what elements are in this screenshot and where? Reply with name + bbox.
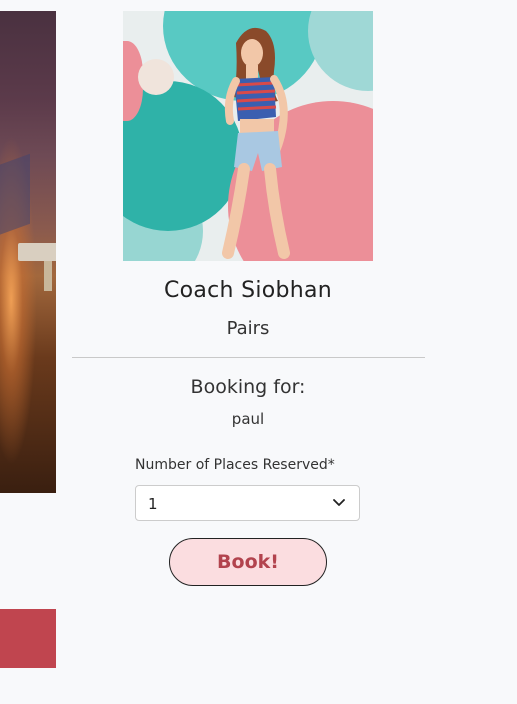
places-select[interactable]: 1: [135, 485, 360, 521]
adjacent-card-button[interactable]: [0, 609, 56, 668]
session-type: Pairs: [226, 318, 270, 339]
coach-name: Coach Siobhan: [163, 278, 333, 303]
booking-heading: Booking for:: [190, 376, 306, 398]
coach-photo: [123, 11, 373, 261]
divider: [72, 357, 425, 358]
booking-page: Coach Siobhan Pairs Booking for: paul Nu…: [0, 0, 517, 704]
book-button[interactable]: Book!: [169, 538, 327, 586]
places-label: Number of Places Reserved*: [135, 457, 335, 473]
adjacent-coach-photo: [0, 11, 56, 493]
booking-user: paul: [231, 410, 265, 428]
chevron-down-icon: [333, 499, 345, 506]
places-selected-value: 1: [148, 495, 158, 513]
coach-figure: [222, 27, 290, 259]
